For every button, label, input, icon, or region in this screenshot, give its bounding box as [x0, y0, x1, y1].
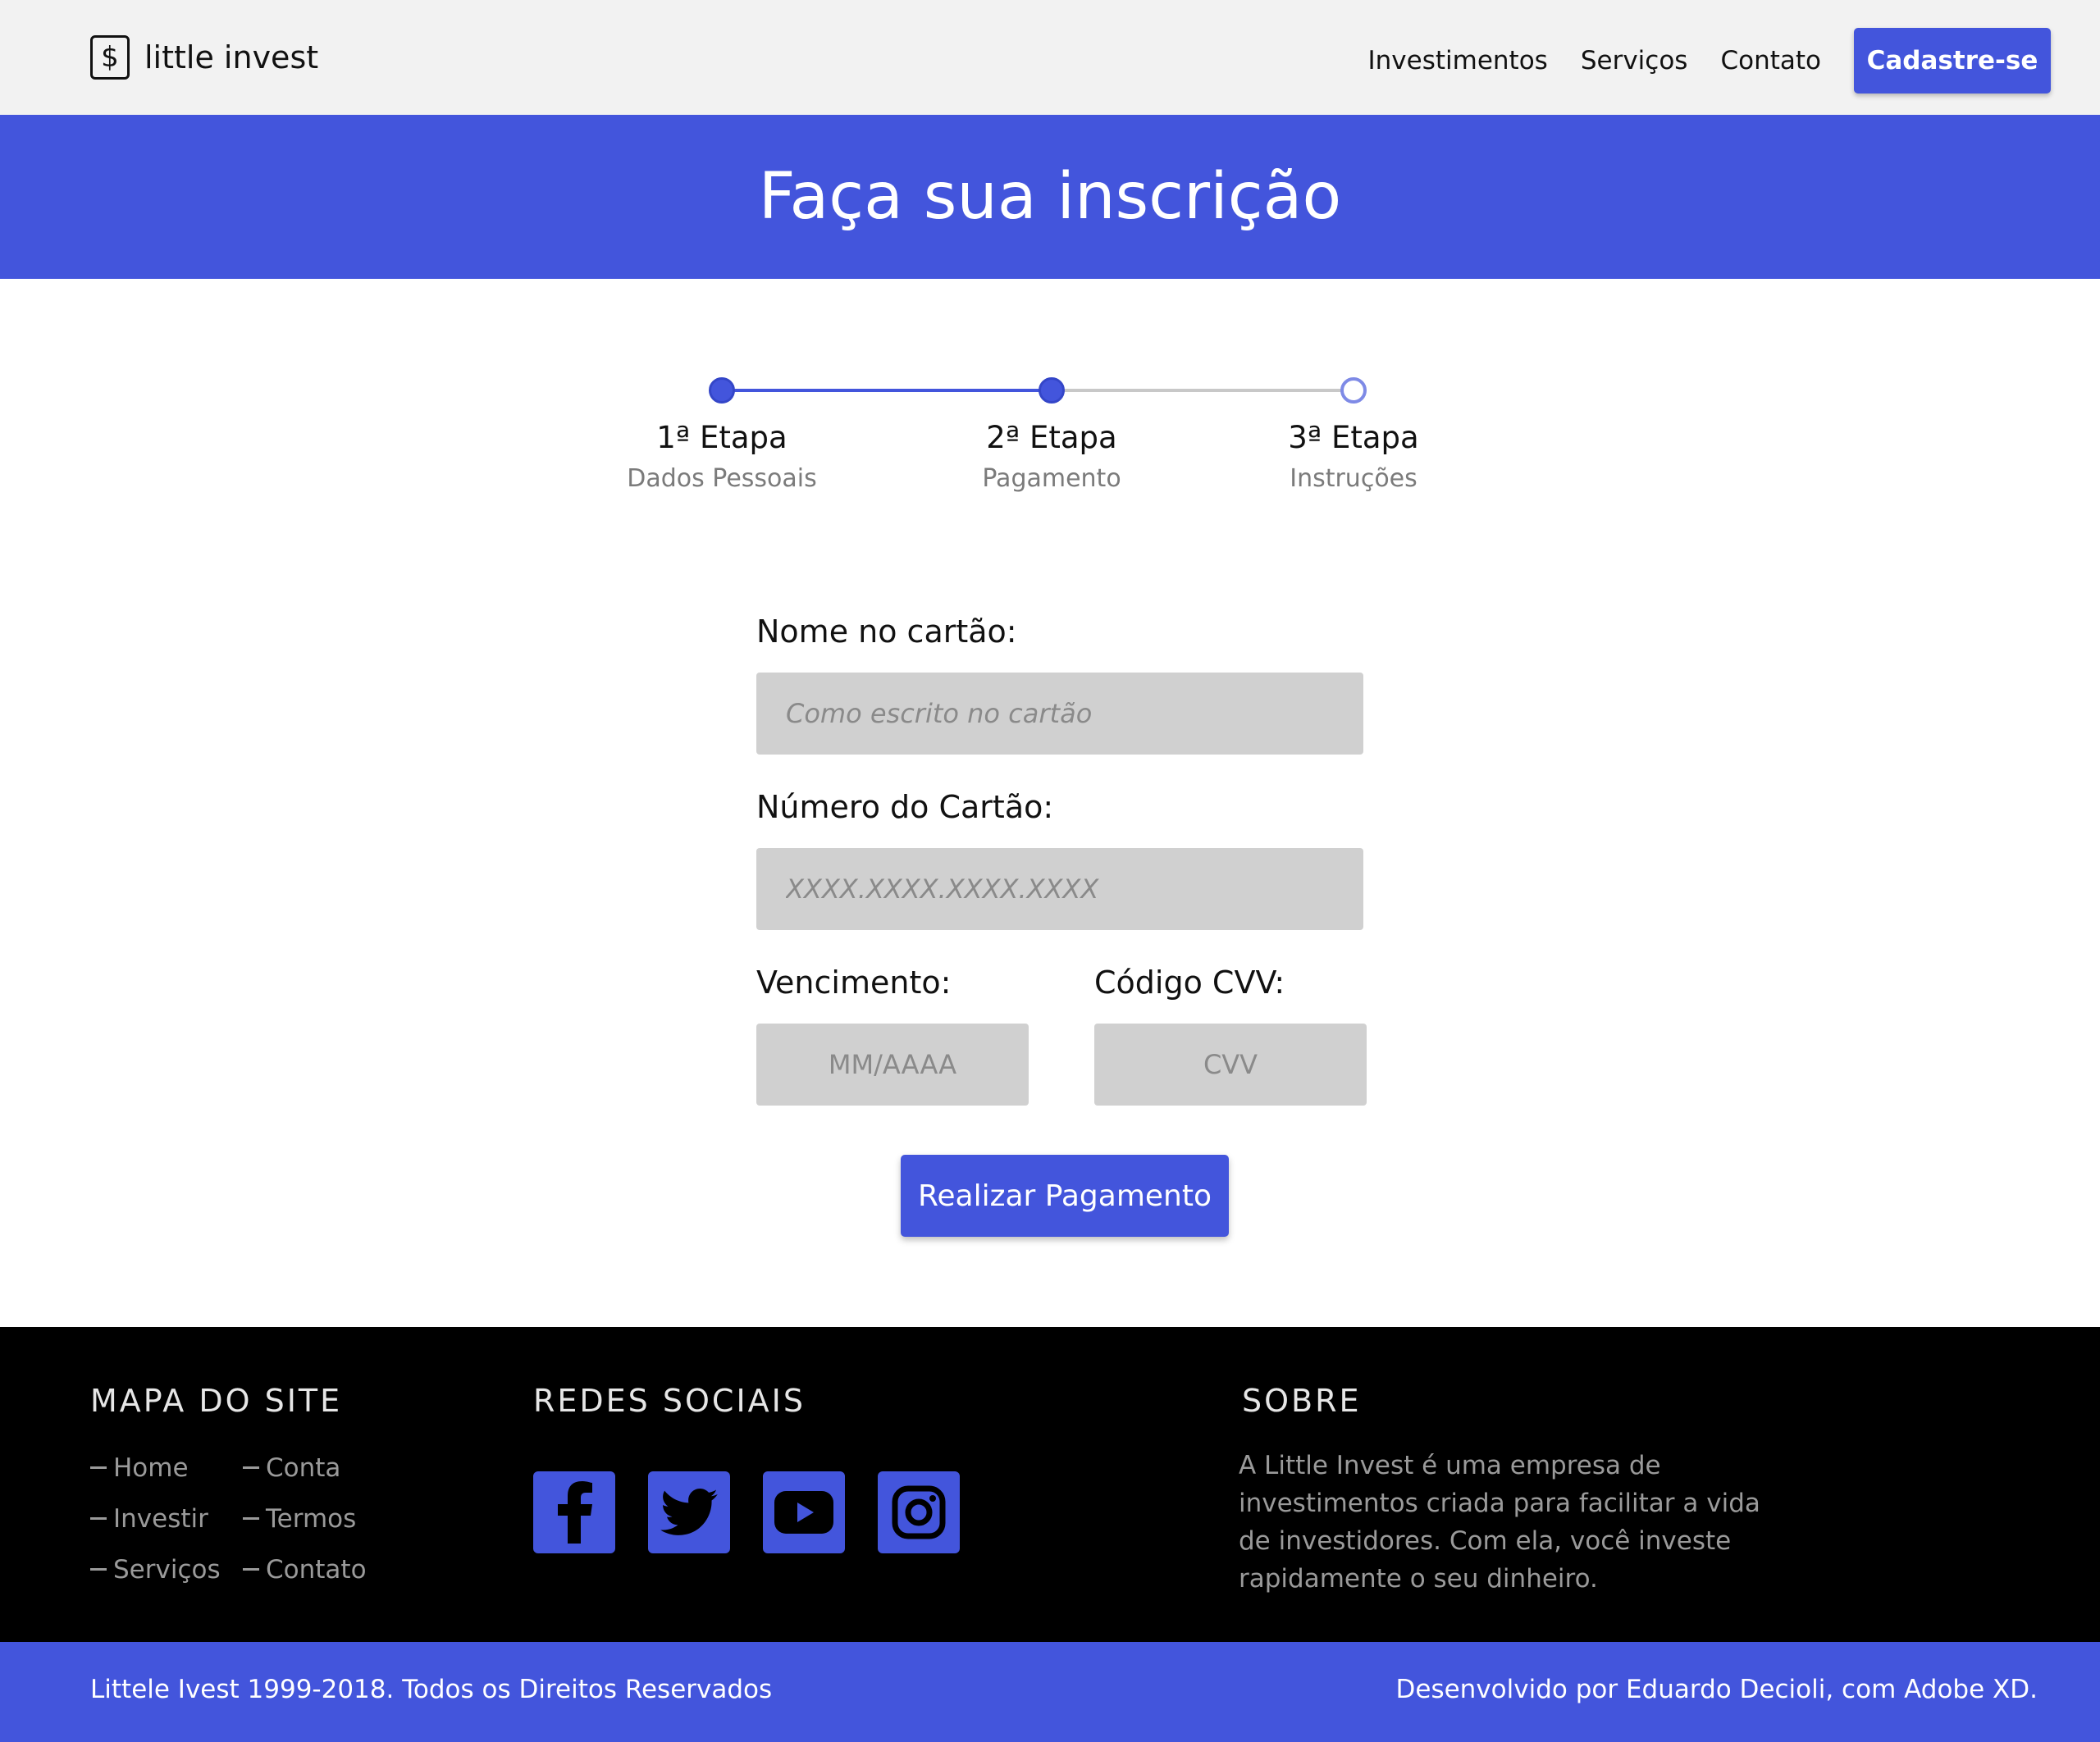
- site-footer: MAPA DO SITE Home Investir Serviços Cont…: [0, 1327, 2100, 1642]
- dash-icon: [90, 1466, 107, 1469]
- step-3-title: 3ª Etapa: [1288, 420, 1419, 455]
- cvv-label: Código CVV:: [1094, 964, 1285, 1001]
- footer-link-home[interactable]: Home: [90, 1453, 189, 1483]
- facebook-icon[interactable]: [533, 1471, 615, 1553]
- footer-link-label: Contato: [266, 1555, 367, 1585]
- twitter-glyph: [660, 1489, 718, 1535]
- copyright-text: Littele Ivest 1999-2018. Todos os Direit…: [90, 1675, 773, 1704]
- footer-link-label: Investir: [113, 1504, 208, 1534]
- about-heading: SOBRE: [1242, 1383, 1362, 1419]
- stepper-line-completed: [722, 389, 1052, 392]
- cvv-input[interactable]: [1094, 1024, 1367, 1106]
- footer-link-investir[interactable]: Investir: [90, 1504, 208, 1534]
- step-3-dot: [1340, 377, 1367, 404]
- step-1-subtitle: Dados Pessoais: [627, 464, 817, 493]
- hero-banner: Faça sua inscrição: [0, 115, 2100, 279]
- credit-text: Desenvolvido por Eduardo Decioli, com Ad…: [1395, 1675, 2038, 1704]
- step-3-subtitle: Instruções: [1290, 464, 1418, 493]
- youtube-glyph: [774, 1491, 833, 1534]
- card-number-label: Número do Cartão:: [756, 789, 1054, 825]
- signup-button[interactable]: Cadastre-se: [1854, 28, 2051, 93]
- facebook-glyph: [558, 1481, 592, 1544]
- dash-icon: [243, 1517, 259, 1520]
- footer-link-label: Home: [113, 1453, 189, 1483]
- instagram-icon[interactable]: [878, 1471, 960, 1553]
- footer-link-label: Termos: [266, 1504, 357, 1534]
- twitter-icon[interactable]: [648, 1471, 730, 1553]
- logo-text: little invest: [144, 39, 319, 75]
- social-heading: REDES SOCIAIS: [533, 1383, 806, 1419]
- card-name-label: Nome no cartão:: [756, 613, 1017, 650]
- page-title: Faça sua inscrição: [758, 160, 1342, 234]
- footer-link-label: Serviços: [113, 1555, 221, 1585]
- footer-link-servicos[interactable]: Serviços: [90, 1555, 221, 1585]
- instagram-glyph: [892, 1485, 946, 1539]
- step-2-dot: [1039, 377, 1065, 404]
- sitemap-heading: MAPA DO SITE: [90, 1383, 343, 1419]
- logo[interactable]: $ little invest: [90, 34, 318, 80]
- dash-icon: [243, 1568, 259, 1571]
- footer-link-contato[interactable]: Contato: [243, 1555, 367, 1585]
- dash-icon: [243, 1466, 259, 1469]
- nav-servicos[interactable]: Serviços: [1581, 46, 1688, 75]
- footer-link-termos[interactable]: Termos: [243, 1504, 356, 1534]
- dash-icon: [90, 1568, 107, 1571]
- progress-stepper: 1ª Etapa Dados Pessoais 2ª Etapa Pagamen…: [0, 361, 2100, 525]
- bottom-bar: Littele Ivest 1999-2018. Todos os Direit…: [0, 1642, 2100, 1742]
- step-2-subtitle: Pagamento: [982, 464, 1121, 493]
- step-1-dot: [709, 377, 735, 404]
- dollar-icon: $: [90, 35, 130, 80]
- step-1-title: 1ª Etapa: [656, 420, 788, 455]
- step-2-title: 2ª Etapa: [986, 420, 1117, 455]
- expiry-label: Vencimento:: [756, 964, 952, 1001]
- top-header: $ little invest Investimentos Serviços C…: [0, 0, 2100, 115]
- dash-icon: [90, 1517, 107, 1520]
- youtube-icon[interactable]: [763, 1471, 845, 1553]
- card-number-input[interactable]: [756, 848, 1363, 930]
- about-text: A Little Invest é uma empresa de investi…: [1239, 1451, 1760, 1594]
- expiry-input[interactable]: [756, 1024, 1029, 1106]
- nav-contato[interactable]: Contato: [1720, 46, 1821, 75]
- submit-payment-button[interactable]: Realizar Pagamento: [901, 1155, 1229, 1237]
- footer-link-conta[interactable]: Conta: [243, 1453, 340, 1483]
- main-nav: Investimentos Serviços Contato Cadastre-…: [1368, 28, 2051, 93]
- footer-link-label: Conta: [266, 1453, 341, 1483]
- stepper-line-pending: [1052, 389, 1354, 392]
- nav-investimentos[interactable]: Investimentos: [1368, 46, 1548, 75]
- card-name-input[interactable]: [756, 673, 1363, 755]
